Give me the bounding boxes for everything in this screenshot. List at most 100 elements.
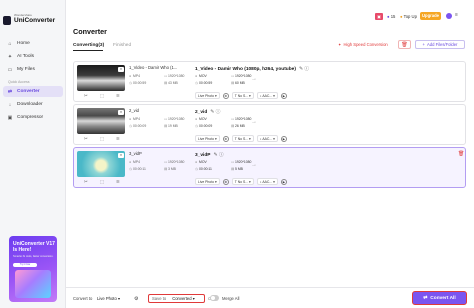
settings-icon[interactable]: ⚙ [222, 92, 229, 99]
source-format: ● MP4 [129, 117, 140, 121]
subtitle-select[interactable]: T No S... ▾ [231, 92, 254, 99]
menu-icon[interactable]: ≡ [455, 12, 458, 18]
convert-icon[interactable]: ▶ [280, 92, 287, 99]
tab-converting[interactable]: Converting(3) [73, 43, 104, 48]
upgrade-button[interactable]: Upgrade [420, 12, 441, 20]
topup-label: Top Up [403, 14, 417, 19]
sidebar-item-downloader[interactable]: ↓ Downloader [3, 99, 63, 110]
promo-banner[interactable]: UniConverter V17 Is Here! Smarter AI too… [9, 236, 57, 302]
source-file-name: 1_Video - Damir Who (1... [129, 65, 178, 70]
topup-icon: ● [400, 14, 403, 19]
add-files-button[interactable]: + Add Files/Folder [415, 40, 465, 49]
promo-button[interactable]: Try It Now [13, 263, 37, 267]
output-controls: Live Photo ▾ ⚙ T No S... ▾ ♪ AAC... ▾ ▶ [195, 92, 290, 99]
output-format: ● MOV [195, 117, 207, 121]
topup-button[interactable]: ● Top Up [400, 14, 417, 19]
subtitle-select[interactable]: T No S... ▾ [231, 178, 254, 185]
sidebar-item-my-files[interactable]: ▭ My Files [3, 64, 63, 75]
sidebar-item-compressor[interactable]: ▣ Compressor [3, 112, 63, 123]
tab-finished[interactable]: Finished [113, 43, 131, 48]
thumbnail-options-icon[interactable]: ▾ [118, 110, 124, 115]
output-duration: ◷00:00:09 [195, 124, 213, 128]
output-size: ▤26 MB [231, 124, 245, 128]
sidebar-item-label: Compressor [17, 115, 44, 120]
trash-icon[interactable]: 🗑 [458, 151, 464, 157]
page-title: Converter [73, 27, 107, 36]
plus-icon: + [422, 42, 425, 47]
audio-select[interactable]: ♪ AAC... ▾ [256, 92, 278, 99]
source-size: ▤3 MB [164, 167, 176, 171]
source-size: ▤43 MB [164, 81, 178, 85]
crop-icon[interactable]: ⬚ [100, 136, 104, 142]
delete-all-button[interactable]: 🗑 [398, 40, 411, 49]
video-thumbnail[interactable]: ▾ [77, 108, 125, 134]
output-resolution: ▭1920*1080 [231, 117, 252, 121]
source-size: ▤19 MB [164, 124, 178, 128]
sidebar-item-home[interactable]: ⌂ Home [3, 38, 63, 49]
sidebar-item-ai-tools[interactable]: ✦ AI Tools [3, 51, 63, 62]
settings-icon[interactable]: ⚙ [222, 178, 229, 185]
source-duration: ◷00:00:59 [129, 81, 147, 85]
sidebar: Wondershare UniConverter ⌂ Home ✦ AI Too… [0, 0, 66, 308]
convert-to-label: Convert to [73, 296, 93, 301]
settings-icon[interactable]: ⚙ [222, 135, 229, 142]
credits-badge[interactable]: ● 15 [387, 14, 395, 19]
subtitle-select[interactable]: T No S... ▾ [231, 135, 254, 142]
bolt-icon: ✦ [338, 42, 342, 47]
gift-icon[interactable]: ▣ [375, 13, 383, 20]
crop-icon[interactable]: ⬚ [100, 93, 104, 99]
effects-icon[interactable]: ≋ [116, 136, 120, 142]
audio-select[interactable]: ♪ AAC... ▾ [256, 178, 278, 185]
merge-toggle[interactable] [210, 295, 219, 301]
converter-icon: ⇄ [7, 88, 13, 95]
source-duration: ◷00:00:11 [129, 167, 146, 171]
video-thumbnail[interactable]: ▾ [77, 151, 125, 177]
trim-icon[interactable]: ✂ [84, 179, 88, 185]
edit-name-icon[interactable]: ✎ ⓘ [299, 67, 309, 72]
promo-title: UniConverter V17 Is Here! [13, 241, 55, 253]
promo-image [15, 270, 51, 298]
effects-icon[interactable]: ≋ [116, 179, 120, 185]
avatar[interactable] [446, 13, 452, 19]
brand-name: UniConverter [14, 17, 56, 24]
arrow-right-icon: → [251, 76, 257, 82]
source-resolution: ▭1920*1080 [164, 160, 185, 164]
trim-icon[interactable]: ✂ [84, 93, 88, 99]
ai-icon: ✦ [7, 53, 13, 60]
preset-select[interactable]: Live Photo ▾ [195, 178, 220, 185]
output-file-name: 2_vid ✎ ⓘ [195, 110, 221, 115]
source-duration: ◷00:00:09 [129, 124, 147, 128]
effects-icon[interactable]: ≋ [116, 93, 120, 99]
audio-select[interactable]: ♪ AAC... ▾ [256, 135, 278, 142]
coin-icon: ● [387, 14, 390, 19]
convert-all-button[interactable]: ⇄ Convert All [412, 291, 467, 305]
convert-all-icon: ⇄ [423, 295, 428, 301]
file-card-3[interactable]: ▾ ✂ ⬚ ≋ 3_vidP ● MP4 ▭1920*1080 ◷00:00:11… [73, 147, 466, 188]
preset-select[interactable]: Live Photo ▾ [195, 92, 220, 99]
merge-all-label: Merge All [222, 296, 240, 301]
edit-name-icon[interactable]: ✎ ⓘ [210, 110, 220, 115]
thumbnail-options-icon[interactable]: ▾ [118, 153, 124, 158]
convert-icon[interactable]: ▶ [280, 178, 287, 185]
preset-select[interactable]: Live Photo ▾ [195, 135, 220, 142]
file-card-1[interactable]: ▾ ✂ ⬚ ≋ 1_Video - Damir Who (1... ● MP4 ▭… [73, 61, 466, 102]
arrow-right-icon: → [251, 119, 257, 125]
convert-icon[interactable]: ▶ [280, 135, 287, 142]
settings-icon[interactable]: ⚙ [134, 296, 138, 302]
file-card-2[interactable]: ▾ ✂ ⬚ ≋ 2_vid ● MP4 ▭1920*1080 ◷00:00:09 … [73, 104, 466, 145]
high-speed-toggle[interactable]: ✦ High Speed Conversion [338, 42, 388, 47]
bottom-bar: Convert to Live Photo ▾ ⚙ Save to Convert… [66, 287, 474, 308]
save-to-select[interactable]: Save to Converted ▾ [148, 294, 205, 303]
output-duration: ◷00:00:11 [195, 167, 212, 171]
thumbnail-options-icon[interactable]: ▾ [118, 67, 124, 72]
edit-name-icon[interactable]: ✎ ⓘ [213, 153, 223, 158]
app-logo: Wondershare UniConverter [3, 13, 56, 25]
output-controls: Live Photo ▾ ⚙ T No S... ▾ ♪ AAC... ▾ ▶ [195, 178, 290, 185]
trim-icon[interactable]: ✂ [84, 136, 88, 142]
source-format: ● MP4 [129, 160, 140, 164]
convert-to-select[interactable]: Live Photo ▾ [94, 294, 123, 303]
video-thumbnail[interactable]: ▾ [77, 65, 125, 91]
trash-icon: 🗑 [401, 42, 408, 48]
sidebar-item-converter[interactable]: ⇄ Converter [3, 86, 63, 97]
crop-icon[interactable]: ⬚ [100, 179, 104, 185]
